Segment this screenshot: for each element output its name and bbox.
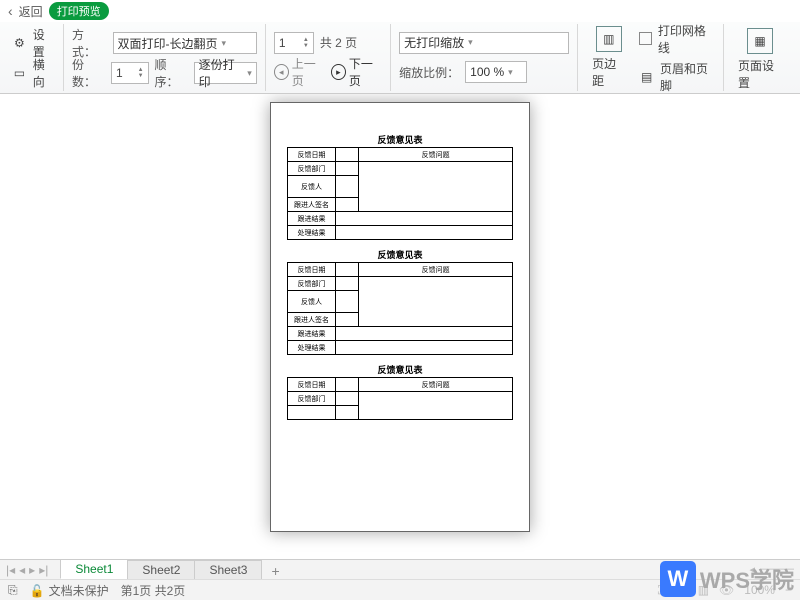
chevron-down-icon: ▾ [222, 38, 227, 49]
tab-sheet3[interactable]: Sheet3 [194, 560, 262, 579]
order-label: 顺序： [155, 56, 188, 90]
last-sheet-icon[interactable]: ▸| [39, 563, 48, 577]
headerfooter-icon: ▤ [639, 69, 654, 85]
copies-spin[interactable]: 1▲▼ [111, 62, 149, 84]
print-preview-badge: 打印预览 [49, 2, 109, 20]
add-sheet-button[interactable]: + [261, 563, 289, 579]
gridlines-checkbox[interactable]: 打印网格线 [639, 24, 715, 54]
order-combo[interactable]: 逐份打印▾ [194, 62, 257, 84]
margins-icon: ▥ [596, 26, 622, 52]
chevron-down-icon: ▾ [247, 68, 252, 79]
chevron-down-icon: ▾ [468, 37, 473, 48]
wps-watermark: W WPS学院 [660, 561, 794, 597]
next-sheet-icon[interactable]: ▸ [29, 563, 35, 577]
copies-label: 份数： [72, 56, 105, 90]
form-title: 反馈意见表 [287, 363, 513, 376]
form-table: 反馈日期反馈问题 反馈部门 反馈人 跟进人签名 跟进结果 处理结果 [287, 147, 513, 240]
prev-page-button: ◂上一页 [274, 55, 325, 89]
first-sheet-icon[interactable]: |◂ [6, 563, 15, 577]
page-setup-icon: ▦ [747, 28, 773, 54]
zoom-label: 缩放比例： [399, 64, 459, 81]
page-status: 第1页 共2页 [121, 582, 186, 599]
back-label[interactable]: 返回 [19, 3, 43, 20]
page-setup-button[interactable]: ▦页面设置 [732, 28, 788, 91]
checkbox-icon [639, 32, 651, 45]
margins-button[interactable]: ▥页边距 [586, 26, 631, 89]
back-arrow-icon[interactable]: ‹ [8, 3, 13, 19]
wps-logo-icon: W [660, 561, 696, 597]
landscape-label[interactable]: 横向 [33, 56, 55, 90]
zoom-value-combo[interactable]: 100 %▾ [465, 61, 527, 83]
headerfooter-button[interactable]: ▤页眉和页脚 [639, 62, 715, 92]
prev-sheet-icon[interactable]: ◂ [19, 563, 25, 577]
settings-icon: ⚙ [12, 35, 27, 51]
settings-label[interactable]: 设置 [33, 26, 55, 60]
mode-label: 方式： [72, 26, 107, 60]
form-table: 反馈日期反馈问题 反馈部门 [287, 377, 513, 420]
page-spin[interactable]: 1▲▼ [274, 32, 314, 54]
form-table: 反馈日期反馈问题 反馈部门 反馈人 跟进人签名 跟进结果 处理结果 [287, 262, 513, 355]
ribbon: ⚙ 设置 ▭ 横向 方式： 双面打印-长边翻页▾ 份数： 1▲▼ 顺序： 逐份打印▾… [0, 22, 800, 94]
next-page-button[interactable]: ▸下一页 [331, 55, 382, 89]
preview-canvas: 反馈意见表 反馈日期反馈问题 反馈部门 反馈人 跟进人签名 跟进结果 处理结果 … [0, 94, 800, 559]
protect-status: 🔓文档未保护 [30, 582, 109, 599]
zoom-mode-combo[interactable]: 无打印缩放▾ [399, 32, 569, 54]
tab-sheet2[interactable]: Sheet2 [127, 560, 195, 579]
page-preview: 反馈意见表 反馈日期反馈问题 反馈部门 反馈人 跟进人签名 跟进结果 处理结果 … [270, 102, 530, 532]
print-mode-combo[interactable]: 双面打印-长边翻页▾ [113, 32, 257, 54]
arrow-right-icon: ▸ [331, 64, 346, 80]
chevron-down-icon: ▾ [508, 67, 513, 78]
form-title: 反馈意见表 [287, 133, 513, 146]
form-title: 反馈意见表 [287, 248, 513, 261]
doc-icon: ⎘ [8, 583, 18, 598]
tab-sheet1[interactable]: Sheet1 [60, 559, 128, 579]
landscape-icon: ▭ [12, 65, 27, 81]
arrow-left-icon: ◂ [274, 64, 289, 80]
page-total: 共 2 页 [320, 34, 357, 51]
